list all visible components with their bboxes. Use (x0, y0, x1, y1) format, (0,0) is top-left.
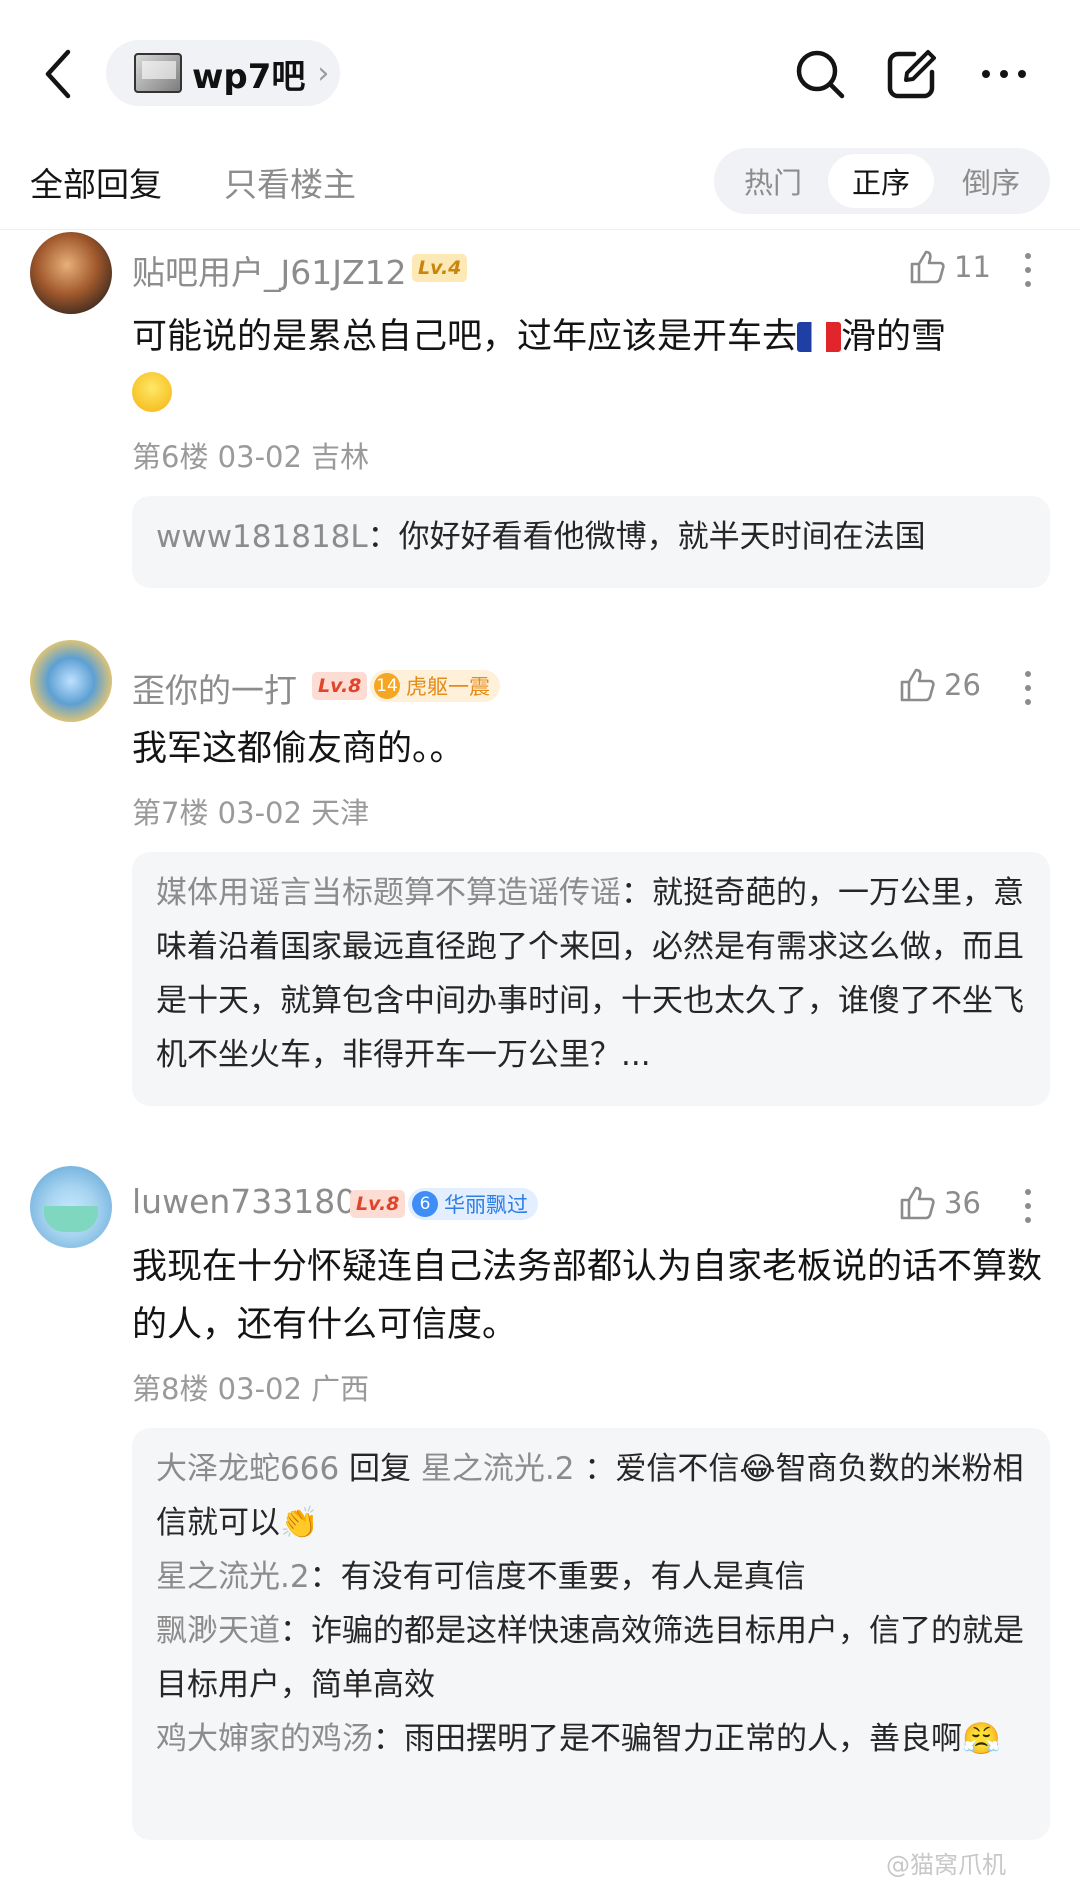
like-count: 11 (954, 250, 991, 284)
laughing-emoji-icon: 😂 (739, 1451, 776, 1487)
post-meta: 第8楼 03-02 广西 (132, 1372, 370, 1406)
sub-reply: 星之流光.2：有没有可信度不重要，有人是真信 (156, 1559, 806, 1595)
sub-reply-author[interactable]: 大泽龙蛇666 (156, 1451, 339, 1487)
sub-reply-target[interactable]: 星之流光.2 (421, 1451, 575, 1487)
username[interactable]: 贴吧用户_J61JZ12 (132, 246, 407, 294)
more-icon[interactable] (976, 46, 1032, 102)
edit-icon[interactable] (884, 46, 940, 102)
like-button[interactable]: 26 (898, 666, 981, 704)
sort-descending[interactable]: 倒序 (938, 154, 1044, 208)
like-button[interactable]: 36 (898, 1184, 981, 1222)
sort-ascending[interactable]: 正序 (828, 154, 934, 208)
sort-switch: 热门 正序 倒序 (714, 148, 1050, 214)
level-badge: Lv.8 (312, 672, 368, 700)
sub-reply-author[interactable]: www181818L (156, 519, 368, 555)
sub-reply-author[interactable]: 媒体用谣言当标题算不算造谣传谣 (156, 875, 621, 911)
level-badge: Lv.4 (412, 254, 468, 282)
sort-hot[interactable]: 热门 (720, 154, 826, 208)
sub-reply: 大泽龙蛇666 回复 星之流光.2 ：爱信不信😂智商负数的米粉相信就可以👏 (156, 1451, 1024, 1541)
sub-reply-author[interactable]: 星之流光.2 (156, 1559, 310, 1595)
like-button[interactable]: 11 (908, 248, 991, 286)
chevron-right-icon: › (317, 55, 330, 91)
sub-reply: 飘渺天道：诈骗的都是这样快速高效筛选目标用户，信了的就是目标用户，简单高效 (156, 1613, 1024, 1703)
sub-reply-author[interactable]: 鸡大婶家的鸡汤 (156, 1721, 373, 1757)
post-content: 可能说的是累总自己吧，过年应该是开车去 滑的雪 (132, 308, 1052, 424)
tab-all-replies[interactable]: 全部回复 (30, 158, 162, 206)
more-vertical-icon[interactable] (1020, 1186, 1036, 1226)
reply-tabs: 全部回复 只看楼主 热门 正序 倒序 (0, 140, 1080, 230)
avatar[interactable] (30, 1166, 112, 1248)
honor-badge: 14 虎躯一震 (370, 670, 500, 702)
more-vertical-icon[interactable] (1020, 668, 1036, 708)
sub-replies[interactable]: www181818L：你好好看看他微博，就半天时间在法国 (132, 496, 1050, 588)
avatar[interactable] (30, 640, 112, 722)
thumbs-up-icon (900, 1186, 935, 1220)
like-count: 36 (944, 1186, 981, 1220)
sub-replies[interactable]: 大泽龙蛇666 回复 星之流光.2 ：爱信不信😂智商负数的米粉相信就可以👏 星之… (132, 1428, 1050, 1840)
avatar-mask (44, 1206, 98, 1232)
post-content: 我现在十分怀疑连自己法务部都认为自家老板说的话不算数的人，还有什么可信度。 (132, 1247, 1043, 1345)
back-arrow-icon[interactable] (40, 44, 80, 104)
avatar[interactable] (30, 232, 112, 314)
search-icon[interactable] (792, 46, 848, 102)
thumbs-up-icon (910, 250, 945, 284)
forum-logo (134, 53, 182, 93)
level-badge: Lv.8 (350, 1190, 406, 1218)
honor-badge: 6 华丽飘过 (408, 1188, 538, 1220)
clap-emoji-icon: 👏 (280, 1505, 319, 1541)
thumbs-up-icon (900, 668, 935, 702)
watermark: @猫窝爪机 (886, 1851, 1006, 1879)
username[interactable]: luwen733180 (132, 1182, 356, 1221)
france-flag-icon (797, 322, 842, 352)
post-meta: 第6楼 03-02 吉林 (132, 440, 370, 474)
huffing-emoji-icon: 😤 (962, 1721, 1001, 1757)
top-bar: wp7吧 › (0, 0, 1080, 150)
sub-reply: 鸡大婶家的鸡汤：雨田摆明了是不骗智力正常的人，善良啊😤 (156, 1721, 1001, 1757)
forum-name: wp7吧 (192, 56, 306, 97)
tab-op-only[interactable]: 只看楼主 (224, 158, 356, 206)
forum-button[interactable]: wp7吧 › (106, 40, 340, 106)
sub-reply: 媒体用谣言当标题算不算造谣传谣：就挺奇葩的，一万公里，意味着沿着国家最远直径跑了… (156, 875, 1024, 1073)
like-count: 26 (944, 668, 981, 702)
sub-replies[interactable]: 媒体用谣言当标题算不算造谣传谣：就挺奇葩的，一万公里，意味着沿着国家最远直径跑了… (132, 852, 1050, 1106)
username[interactable]: 歪你的一打 (132, 664, 297, 712)
post-content: 我军这都偷友商的。。 (132, 729, 465, 769)
smile-emoji-icon (132, 372, 172, 412)
sub-reply-author[interactable]: 飘渺天道 (156, 1613, 280, 1649)
post-meta: 第7楼 03-02 天津 (132, 796, 370, 830)
more-vertical-icon[interactable] (1020, 250, 1036, 290)
sub-reply: www181818L：你好好看看他微博，就半天时间在法国 (156, 519, 926, 555)
